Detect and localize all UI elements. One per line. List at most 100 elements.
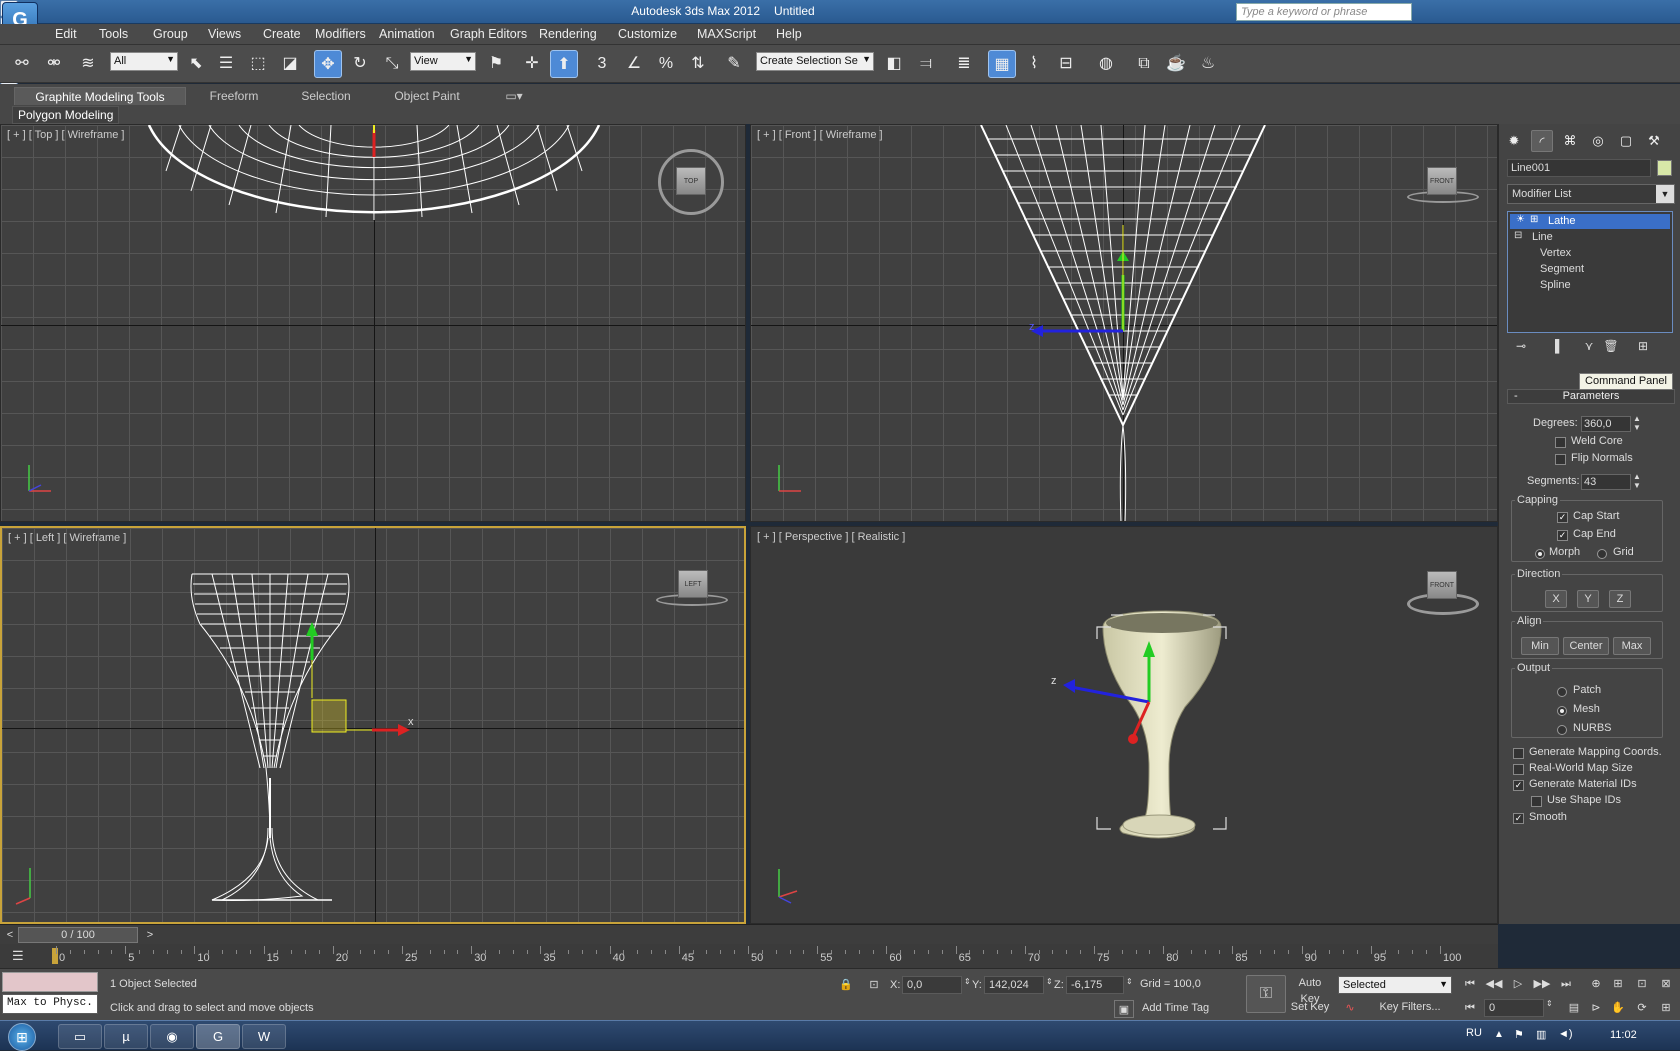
parameters-rollout[interactable]: - Parameters — [1507, 389, 1675, 404]
absolute-mode-icon[interactable]: ⊡ — [864, 976, 884, 994]
grid-radio[interactable] — [1597, 549, 1607, 559]
stack-item-vertex[interactable]: Vertex — [1510, 246, 1670, 261]
stack-item-segment[interactable]: Segment — [1510, 262, 1670, 277]
set-key-button[interactable]: Set Key — [1288, 999, 1332, 1017]
segments-spinner[interactable]: 43 — [1581, 474, 1631, 490]
tab-selection[interactable]: Selection — [284, 87, 368, 105]
mesh-radio[interactable] — [1557, 706, 1567, 716]
hierarchy-tab-icon[interactable]: ⌘ — [1559, 130, 1581, 152]
percent-snap-icon[interactable]: % — [652, 50, 680, 78]
time-slider-thumb[interactable]: 0 / 100 — [18, 927, 138, 943]
word-icon[interactable]: W — [242, 1024, 286, 1049]
align-icon[interactable]: ⫤ — [912, 50, 940, 78]
select-manipulate-icon[interactable]: ✛ — [518, 50, 546, 78]
viewport-top-label[interactable]: [ + ] [ Top ] [ Wireframe ] — [7, 129, 124, 141]
ribbon-options-icon[interactable]: ▭▾ — [500, 87, 528, 105]
mirror-icon[interactable]: ◧ — [880, 50, 908, 78]
modify-tab-icon[interactable]: ◜ — [1531, 130, 1553, 152]
named-selection-set-dropdown[interactable]: Create Selection Se ▼ — [756, 52, 874, 71]
key-curve-icon[interactable]: ∿ — [1340, 999, 1360, 1017]
link-icon[interactable]: ⚯ — [8, 50, 36, 78]
tab-graphite-modeling-tools[interactable]: Graphite Modeling Tools — [14, 87, 186, 105]
stack-item-spline[interactable]: Spline — [1510, 278, 1670, 293]
direction-z-button[interactable]: Z — [1609, 590, 1631, 608]
network-icon[interactable]: ▥ — [1536, 1028, 1546, 1041]
key-filters-button[interactable]: Key Filters... — [1368, 999, 1452, 1017]
window-crossing-icon[interactable]: ◪ — [276, 50, 304, 78]
menu-views[interactable]: Views — [208, 27, 241, 41]
morph-radio[interactable] — [1535, 549, 1545, 559]
menu-help[interactable]: Help — [776, 27, 802, 41]
field-of-view-icon[interactable]: ⊳ — [1586, 999, 1606, 1017]
language-indicator[interactable]: RU — [1466, 1027, 1482, 1039]
time-configuration-icon[interactable]: ▤ — [1564, 999, 1584, 1017]
show-end-result-icon[interactable]: ▐ — [1545, 339, 1565, 357]
direction-y-button[interactable]: Y — [1577, 590, 1599, 608]
maxscript-listener-output[interactable] — [2, 972, 98, 992]
bind-spacewarp-icon[interactable]: ≋ — [74, 50, 102, 78]
viewcube-perspective[interactable]: FRONT — [1427, 571, 1457, 599]
menu-modifiers[interactable]: Modifiers — [315, 27, 366, 41]
make-unique-icon[interactable]: ⋎ — [1579, 339, 1599, 357]
3dsmax-taskbar-icon[interactable]: G — [196, 1024, 240, 1049]
next-frame-icon[interactable]: ▶▶ — [1532, 975, 1552, 993]
volume-icon[interactable]: ◄) — [1558, 1028, 1573, 1040]
spinner-arrows-icon[interactable]: ⇕ — [1546, 999, 1553, 1008]
create-tab-icon[interactable]: ✹ — [1503, 130, 1525, 152]
utilities-tab-icon[interactable]: ⚒ — [1643, 130, 1665, 152]
align-center-button[interactable]: Center — [1563, 637, 1609, 655]
start-button-icon[interactable]: ⊞ — [8, 1023, 36, 1051]
patch-radio[interactable] — [1557, 687, 1567, 697]
add-time-tag[interactable]: Add Time Tag — [1138, 1000, 1238, 1018]
collapse-icon[interactable]: ⊟ — [1514, 230, 1522, 241]
display-tab-icon[interactable]: ▢ — [1615, 130, 1637, 152]
spinner-arrows-icon[interactable]: ⇕ — [964, 977, 971, 986]
modifier-list-dropdown[interactable]: Modifier List ▼ — [1507, 184, 1675, 204]
pin-stack-icon[interactable]: ⊸ — [1511, 339, 1531, 357]
viewport-perspective[interactable]: [ + ] [ Perspective ] [ Realistic ] z FR… — [750, 526, 1498, 924]
select-by-name-icon[interactable]: ☰ — [212, 50, 240, 78]
keyboard-shortcut-override-icon[interactable]: ⬆ — [550, 50, 578, 78]
viewcube-front[interactable]: FRONT — [1427, 167, 1457, 195]
curve-editor-icon[interactable]: ⌇ — [1020, 50, 1048, 78]
schematic-view-icon[interactable]: ⊟ — [1052, 50, 1080, 78]
modifier-stack[interactable]: Lathe Line Vertex Segment Spline ☀ ⊞ ⊟ — [1507, 211, 1673, 333]
maxscript-listener-input[interactable]: Max to Physc. — [2, 994, 98, 1014]
auto-key-button[interactable]: Auto Key — [1288, 975, 1332, 1005]
track-bar[interactable]: ☰ 0 5 10 15 20 25 30 35 40 45 50 55 60 65 70 75 80 85 90 95… — [0, 944, 1498, 968]
object-color-swatch[interactable] — [1657, 160, 1672, 176]
select-and-rotate-icon[interactable]: ↻ — [346, 50, 374, 78]
weld-core-checkbox[interactable] — [1555, 437, 1566, 448]
menu-create[interactable]: Create — [263, 27, 301, 41]
viewport-left[interactable]: [ + ] [ Left ] [ Wireframe ] x LEFT — [0, 526, 746, 924]
pan-icon[interactable]: ✋ — [1608, 999, 1628, 1017]
time-slider-next[interactable]: > — [140, 926, 160, 944]
zoom-extents-icon[interactable]: ⊡ — [1632, 975, 1652, 993]
viewport-front[interactable]: [ + ] [ Front ] [ Wireframe ] z FRONT — [750, 124, 1498, 522]
tab-freeform[interactable]: Freeform — [192, 87, 276, 105]
nurbs-radio[interactable] — [1557, 725, 1567, 735]
x-coord-field[interactable]: 0,0 — [902, 976, 962, 994]
mini-curve-editor-icon[interactable]: ☰ — [12, 948, 24, 964]
search-input[interactable]: Type a keyword or phrase — [1236, 3, 1412, 21]
align-min-button[interactable]: Min — [1521, 637, 1559, 655]
set-key-mode-icon[interactable]: ⚿ — [1246, 975, 1286, 1013]
viewcube-left[interactable]: LEFT — [678, 570, 708, 598]
selection-filter-dropdown[interactable]: All ▼ — [110, 52, 178, 71]
select-and-scale-icon[interactable]: ⤡ — [378, 50, 406, 78]
select-object-icon[interactable]: ⬉ — [182, 50, 210, 78]
y-coord-field[interactable]: 142,024 — [984, 976, 1044, 994]
direction-x-button[interactable]: X — [1545, 590, 1567, 608]
menu-edit[interactable]: Edit — [55, 27, 77, 41]
utorrent-icon[interactable]: µ — [104, 1024, 148, 1049]
smooth-checkbox[interactable]: ✓ — [1513, 813, 1524, 824]
menu-graph-editors[interactable]: Graph Editors — [450, 27, 527, 41]
previous-frame-icon[interactable]: ◀◀ — [1484, 975, 1504, 993]
viewport-front-label[interactable]: [ + ] [ Front ] [ Wireframe ] — [757, 129, 883, 141]
show-hidden-icons-icon[interactable]: ▲ — [1494, 1029, 1504, 1040]
lightbulb-icon[interactable]: ☀ — [1516, 214, 1525, 225]
align-max-button[interactable]: Max — [1613, 637, 1651, 655]
key-mode-toggle-icon[interactable]: ⏮ — [1460, 999, 1480, 1017]
z-coord-field[interactable]: -6,175 — [1066, 976, 1124, 994]
viewport-perspective-label[interactable]: [ + ] [ Perspective ] [ Realistic ] — [757, 531, 905, 543]
